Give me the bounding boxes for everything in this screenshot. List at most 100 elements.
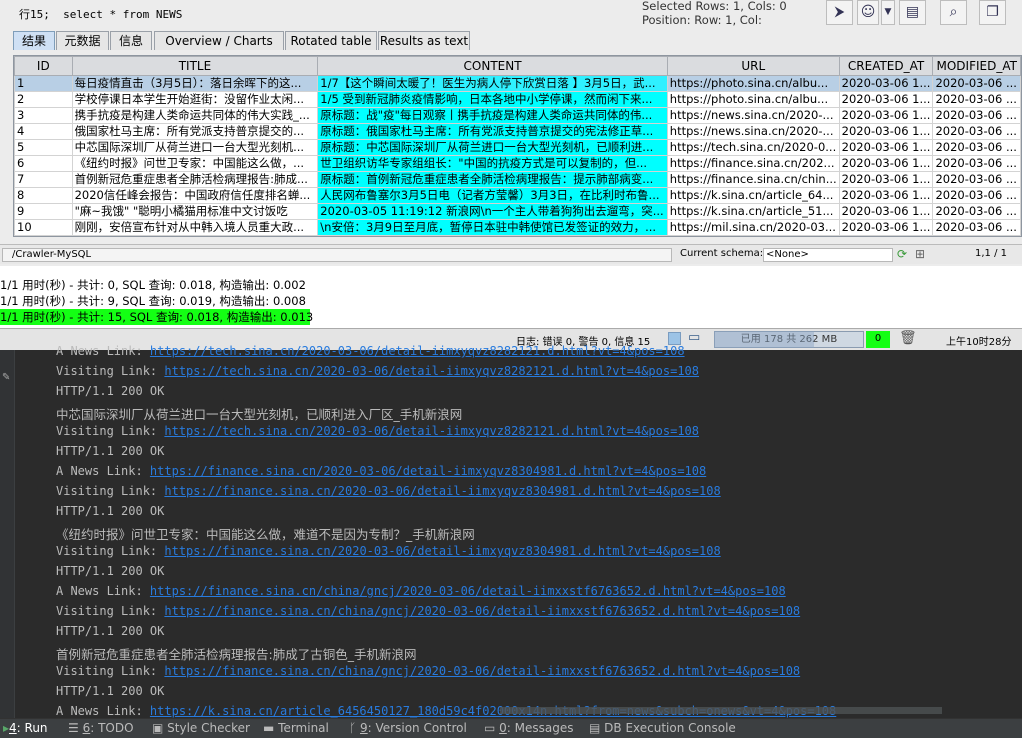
cell-content[interactable]: 原标题：战"疫"每日观察丨携手抗疫是构建人类命运共同体的伟... bbox=[317, 107, 668, 124]
tab-terminal[interactable]: ▬ Terminal bbox=[263, 721, 329, 735]
cell-title[interactable]: 俄国家杜马主席：所有党派支持普京提交的... bbox=[71, 123, 319, 140]
tab-db-execution-console[interactable]: ▤ DB Execution Console bbox=[589, 721, 736, 735]
copy-icon[interactable]: ❐ bbox=[979, 0, 1006, 25]
cell-modified-at[interactable]: 2020-03-06 ... bbox=[932, 155, 1021, 172]
table-row[interactable]: 7 首例新冠危重症患者全肺活检病理报告:肺成... 原标题：首例新冠危重症患者全肺活… bbox=[14, 171, 1021, 188]
cell-id[interactable]: 2 bbox=[14, 91, 73, 108]
cell-url[interactable]: https://mil.sina.cn/2020-03... bbox=[666, 219, 840, 236]
export-icon[interactable]: ▤ bbox=[899, 0, 926, 25]
cell-id[interactable]: 5 bbox=[14, 139, 73, 156]
cell-url[interactable]: https://k.sina.cn/article_64... bbox=[666, 187, 840, 204]
cell-id[interactable]: 3 bbox=[14, 107, 73, 124]
console-url-link[interactable]: https://tech.sina.cn/2020-03-06/detail-i… bbox=[164, 364, 699, 378]
cell-modified-at[interactable]: 2020-03-06 ... bbox=[932, 219, 1021, 236]
table-row[interactable]: 5 中芯国际深圳厂从荷兰进口一台大型光刻机... 原标题：中芯国际深圳厂从荷兰进口一… bbox=[14, 139, 1021, 156]
tab-info[interactable]: 信息 bbox=[110, 31, 152, 50]
table-row[interactable]: 4 俄国家杜马主席：所有党派支持普京提交的... 原标题：俄国家杜马主席：所有党派支… bbox=[14, 123, 1021, 140]
console-url-link[interactable]: https://tech.sina.cn/2020-03-06/detail-i… bbox=[150, 344, 685, 358]
tab-results-as-text[interactable]: Results as text bbox=[378, 31, 470, 50]
tab-overview-charts[interactable]: Overview / Charts bbox=[154, 31, 284, 50]
tab-messages[interactable]: ▭ 0: Messages bbox=[484, 721, 574, 735]
cell-modified-at[interactable]: 2020-03-06 ... bbox=[932, 123, 1021, 140]
table-row[interactable]: 2 学校停课日本学生开始逛街：没留作业太闲... 1/5 受到新冠肺炎疫情影响，日本… bbox=[14, 91, 1021, 108]
cell-created-at[interactable]: 2020-03-06 1... bbox=[838, 139, 934, 156]
cell-modified-at[interactable]: 2020-03-06 ... bbox=[932, 139, 1021, 156]
column-header-title[interactable]: TITLE bbox=[71, 56, 319, 76]
search-icon[interactable]: ⌕ bbox=[940, 0, 967, 25]
cell-modified-at[interactable]: 2020-03-06 ... bbox=[932, 187, 1021, 204]
cell-created-at[interactable]: 2020-03-06 1... bbox=[838, 219, 934, 236]
console-url-link[interactable]: https://finance.sina.cn/china/gncj/2020-… bbox=[164, 664, 800, 678]
cell-title[interactable]: 首例新冠危重症患者全肺活检病理报告:肺成... bbox=[71, 171, 319, 188]
cell-modified-at[interactable]: 2020-03-06 ... bbox=[932, 203, 1021, 220]
cell-title[interactable]: 学校停课日本学生开始逛街：没留作业太闲... bbox=[71, 91, 319, 108]
cell-created-at[interactable]: 2020-03-06 1... bbox=[838, 91, 934, 108]
cell-id[interactable]: 6 bbox=[14, 155, 73, 172]
dropdown-icon[interactable]: ▼ bbox=[881, 0, 895, 25]
tab-todo[interactable]: ☰ 6: TODO bbox=[68, 721, 134, 735]
tab-metadata[interactable]: 元数据 bbox=[56, 31, 109, 50]
cell-id[interactable]: 4 bbox=[14, 123, 73, 140]
table-row[interactable]: 8 2020信任峰会报告：中国政府信任度排名蝉... 人民网布鲁塞尔3月5日电（记者… bbox=[14, 187, 1021, 204]
tab-style-checker[interactable]: ▣ Style Checker bbox=[152, 721, 250, 735]
table-row[interactable]: 1 每日疫情直击（3月5日）：落日余晖下的这... 1/7【这个瞬间太暖了！医生为病… bbox=[14, 75, 1021, 92]
cell-url[interactable]: https://tech.sina.cn/2020-0... bbox=[666, 139, 840, 156]
cell-url[interactable]: https://photo.sina.cn/albu... bbox=[666, 91, 840, 108]
cell-created-at[interactable]: 2020-03-06 1... bbox=[838, 187, 934, 204]
console-url-link[interactable]: https://finance.sina.cn/2020-03-06/detai… bbox=[150, 464, 706, 478]
table-row[interactable]: 9 "麻~我饿" "聪明小橘猫用标准中文讨饭吃 2020-03-05 11:19:1… bbox=[14, 203, 1021, 220]
cell-url[interactable]: https://photo.sina.cn/albu... bbox=[666, 75, 840, 92]
cell-id[interactable]: 9 bbox=[14, 203, 73, 220]
console-url-link[interactable]: https://finance.sina.cn/2020-03-06/detai… bbox=[164, 544, 720, 558]
cell-url[interactable]: https://finance.sina.cn/chin... bbox=[666, 171, 840, 188]
table-row[interactable]: 10 刚刚，安倍宣布针对从中韩入境人员重大政... \n安倍：3月9日至月底，暂停日… bbox=[14, 219, 1021, 236]
tab-version-control[interactable]: ᚴ 9: Version Control bbox=[349, 721, 467, 735]
cell-url[interactable]: https://news.sina.cn/2020-... bbox=[666, 107, 840, 124]
run-icon[interactable]: ⮞ bbox=[826, 0, 853, 25]
table-row[interactable]: 3 携手抗疫是构建人类命运共同体的伟大实践_... 原标题：战"疫"每日观察丨携手抗… bbox=[14, 107, 1021, 124]
cell-content[interactable]: 世卫组织访华专家组组长："中国的抗疫方式是可以复制的，但... bbox=[317, 155, 668, 172]
column-header-id[interactable]: ID bbox=[14, 56, 73, 76]
cell-url[interactable]: https://news.sina.cn/2020-... bbox=[666, 123, 840, 140]
column-header-modified-at[interactable]: MODIFIED_AT bbox=[932, 56, 1021, 76]
cell-title[interactable]: 2020信任峰会报告：中国政府信任度排名蝉... bbox=[71, 187, 319, 204]
cell-content[interactable]: 原标题：中芯国际深圳厂从荷兰进口一台大型光刻机，已顺利进... bbox=[317, 139, 668, 156]
cell-modified-at[interactable]: 2020-03-06 ... bbox=[932, 75, 1021, 92]
console-url-link[interactable]: https://tech.sina.cn/2020-03-06/detail-i… bbox=[164, 424, 699, 438]
cell-id[interactable]: 7 bbox=[14, 171, 73, 188]
cell-url[interactable]: https://k.sina.cn/article_51... bbox=[666, 203, 840, 220]
results-grid[interactable]: ID TITLE CONTENT URL CREATED_AT MODIFIED… bbox=[13, 55, 1022, 237]
query-sql[interactable]: select * from NEWS bbox=[63, 8, 182, 21]
cell-created-at[interactable]: 2020-03-06 1... bbox=[838, 171, 934, 188]
column-header-url[interactable]: URL bbox=[666, 56, 840, 76]
trash-icon[interactable]: 🗑 bbox=[899, 330, 917, 346]
cell-created-at[interactable]: 2020-03-06 1... bbox=[838, 107, 934, 124]
schema-selector[interactable]: <None> bbox=[763, 248, 893, 262]
cell-content[interactable]: 人民网布鲁塞尔3月5日电（记者方莹馨）3月3日，在比利时布鲁... bbox=[317, 187, 668, 204]
users-icon[interactable]: ☺ bbox=[857, 0, 879, 25]
cell-modified-at[interactable]: 2020-03-06 ... bbox=[932, 107, 1021, 124]
cell-content[interactable]: 2020-03-05 11:19:12 新浪网\n一个主人带着狗狗出去遛弯，突.… bbox=[317, 203, 668, 220]
cell-content[interactable]: 1/5 受到新冠肺炎疫情影响，日本各地中小学停课，然而闲下来... bbox=[317, 91, 668, 108]
cell-modified-at[interactable]: 2020-03-06 ... bbox=[932, 171, 1021, 188]
cell-title[interactable]: 携手抗疫是构建人类命运共同体的伟大实践_... bbox=[71, 107, 319, 124]
cell-title[interactable]: "麻~我饿" "聪明小橘猫用标准中文讨饭吃 bbox=[71, 203, 319, 220]
cell-modified-at[interactable]: 2020-03-06 ... bbox=[932, 91, 1021, 108]
cell-url[interactable]: https://finance.sina.cn/202... bbox=[666, 155, 840, 172]
console-scrollbar[interactable] bbox=[500, 707, 942, 714]
cell-content[interactable]: \n安倍：3月9日至月底，暂停日本驻中韩使馆已发签证的效力，... bbox=[317, 219, 668, 236]
console-url-link[interactable]: https://finance.sina.cn/china/gncj/2020-… bbox=[150, 584, 786, 598]
cell-title[interactable]: 中芯国际深圳厂从荷兰进口一台大型光刻机... bbox=[71, 139, 319, 156]
cell-id[interactable]: 1 bbox=[14, 75, 73, 92]
cell-content[interactable]: 原标题：俄国家杜马主席：所有党派支持普京提交的宪法修正草... bbox=[317, 123, 668, 140]
table-row[interactable]: 6 《纽约时报》问世卫专家：中国能这么做，... 世卫组织访华专家组组长："中国的抗… bbox=[14, 155, 1021, 172]
console-url-link[interactable]: https://finance.sina.cn/china/gncj/2020-… bbox=[164, 604, 800, 618]
cell-id[interactable]: 8 bbox=[14, 187, 73, 204]
cell-content[interactable]: 1/7【这个瞬间太暖了！医生为病人停下欣赏日落 】3月5日，武... bbox=[317, 75, 668, 92]
cell-title[interactable]: 每日疫情直击（3月5日）：落日余晖下的这... bbox=[71, 75, 319, 92]
refresh-icon[interactable]: ⟳ bbox=[897, 247, 907, 261]
cell-created-at[interactable]: 2020-03-06 1... bbox=[838, 75, 934, 92]
cell-id[interactable]: 10 bbox=[14, 219, 73, 236]
tab-results[interactable]: 结果 bbox=[13, 31, 55, 50]
cell-title[interactable]: 《纽约时报》问世卫专家：中国能这么做，... bbox=[71, 155, 319, 172]
